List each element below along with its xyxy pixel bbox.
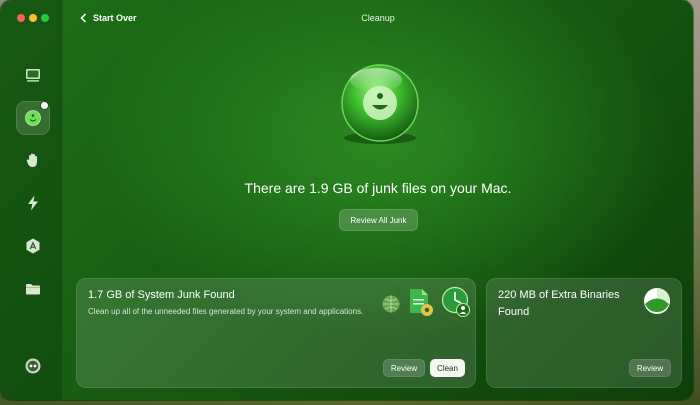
disk-drive-icon — [26, 69, 40, 82]
sidebar-item-applications[interactable] — [16, 229, 50, 263]
system-junk-review-button[interactable]: Review — [383, 359, 425, 377]
extra-binaries-review-button[interactable]: Review — [629, 359, 671, 377]
sidebar-item-cleanup[interactable] — [16, 101, 50, 135]
chevron-left-icon — [80, 13, 87, 23]
hand-icon — [26, 153, 37, 167]
sidebar-item-protection[interactable] — [16, 143, 50, 177]
sidebar — [0, 0, 63, 400]
sidebar-item-smart-care[interactable] — [16, 58, 50, 92]
window-title: Cleanup — [361, 13, 395, 23]
clock-user-icon — [441, 286, 470, 317]
system-junk-title: 1.7 GB of System Junk Found — [88, 289, 235, 301]
active-indicator-dot — [41, 102, 48, 109]
system-junk-card: 1.7 GB of System Junk Found Clean up all… — [76, 278, 476, 388]
app-store-icon — [26, 238, 40, 254]
review-all-junk-button[interactable]: Review All Junk — [339, 209, 418, 231]
system-junk-clean-button[interactable]: Clean — [430, 359, 465, 377]
cleanup-orb-icon — [25, 110, 41, 126]
system-junk-icons — [381, 286, 471, 318]
sidebar-assistant-button[interactable] — [16, 349, 50, 383]
start-over-button[interactable]: Start Over — [80, 13, 137, 23]
zoom-window-button[interactable] — [41, 14, 49, 22]
folder-icon — [26, 284, 40, 295]
system-junk-description: Clean up all of the unneeded files gener… — [88, 307, 364, 316]
app-window: Start Over Cleanup There are 1.9 GB of j… — [0, 0, 693, 400]
binaries-pie-icon — [644, 288, 670, 314]
document-gear-icon — [410, 289, 433, 316]
globe-icon — [382, 295, 400, 313]
start-over-label: Start Over — [93, 13, 137, 23]
sidebar-item-my-clutter[interactable] — [16, 272, 50, 306]
lightning-icon — [28, 195, 38, 211]
minimize-window-button[interactable] — [29, 14, 37, 22]
junk-summary-headline: There are 1.9 GB of junk files on your M… — [244, 180, 512, 196]
sidebar-item-performance[interactable] — [16, 186, 50, 220]
extra-binaries-card: 220 MB of Extra Binaries Found Review — [486, 278, 682, 388]
assistant-icon — [25, 358, 41, 374]
cleanup-hero-icon — [341, 64, 419, 144]
extra-binaries-title: 220 MB of Extra Binaries Found — [498, 289, 620, 318]
close-window-button[interactable] — [17, 14, 25, 22]
